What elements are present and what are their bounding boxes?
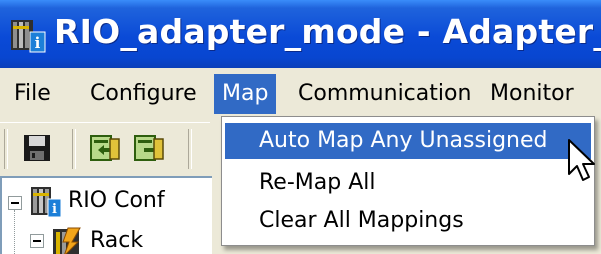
window-title: RIO_adapter_mode - Adapter_mode.r bbox=[54, 12, 601, 51]
menu-bar: File Configure Map Communication Monitor bbox=[0, 74, 601, 116]
rack-icon bbox=[53, 227, 81, 254]
menu-communication[interactable]: Communication bbox=[290, 74, 479, 114]
tree-line bbox=[14, 210, 16, 254]
app-icon: i bbox=[11, 20, 46, 53]
svg-text:i: i bbox=[52, 202, 57, 217]
rio-config-icon: i bbox=[31, 187, 62, 218]
toolbar-separator bbox=[188, 129, 192, 169]
project-tree[interactable]: i RIO Conf Rack bbox=[0, 176, 212, 254]
upload-icon[interactable] bbox=[88, 131, 122, 165]
menu-map[interactable]: Map bbox=[214, 74, 277, 114]
menu-item-auto-map-any-unassigned[interactable]: Auto Map Any Unassigned bbox=[225, 123, 591, 159]
toolbar bbox=[0, 122, 210, 175]
application-window: i RIO_adapter_mode - Adapter_mode.r File… bbox=[0, 0, 601, 254]
map-dropdown-menu: Auto Map Any Unassigned Re-Map All Clear… bbox=[221, 116, 595, 246]
toolbar-separator bbox=[72, 129, 76, 169]
download-icon[interactable] bbox=[132, 131, 166, 165]
svg-text:i: i bbox=[35, 34, 41, 52]
tree-item-rack[interactable]: Rack bbox=[90, 228, 143, 253]
menu-configure[interactable]: Configure bbox=[82, 74, 205, 114]
mouse-cursor-icon bbox=[568, 139, 595, 181]
collapse-icon[interactable] bbox=[8, 196, 22, 210]
collapse-icon[interactable] bbox=[30, 234, 44, 248]
tree-item-rio-config[interactable]: RIO Conf bbox=[68, 188, 165, 213]
menu-monitor[interactable]: Monitor bbox=[482, 74, 582, 114]
save-icon[interactable] bbox=[20, 131, 54, 165]
toolbar-grip bbox=[4, 129, 8, 169]
menu-file[interactable]: File bbox=[6, 74, 59, 114]
menu-item-re-map-all[interactable]: Re-Map All bbox=[225, 165, 591, 201]
menu-item-clear-all-mappings[interactable]: Clear All Mappings bbox=[225, 203, 591, 239]
title-bar[interactable]: i RIO_adapter_mode - Adapter_mode.r bbox=[0, 0, 601, 68]
